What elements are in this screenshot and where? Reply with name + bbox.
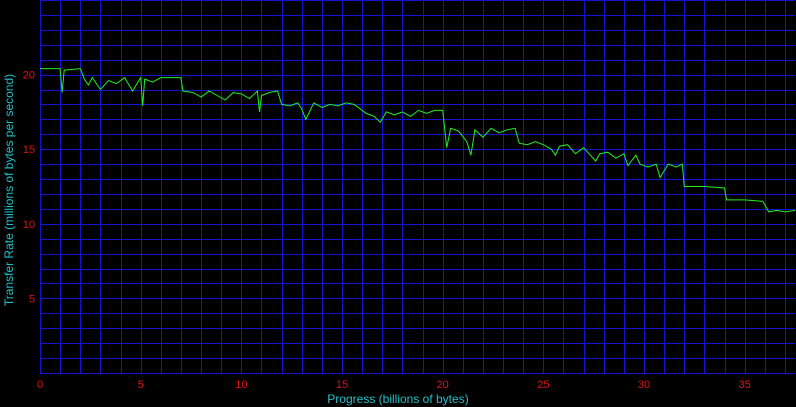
y-tick-label: 5 bbox=[29, 293, 35, 305]
plot-background bbox=[0, 0, 796, 407]
x-tick-label: 35 bbox=[739, 379, 751, 391]
y-tick-label: 10 bbox=[23, 219, 35, 231]
x-tick-label: 30 bbox=[638, 379, 650, 391]
x-tick-label: 20 bbox=[437, 379, 449, 391]
transfer-rate-chart: 0 5 10 15 20 25 30 35 5 10 15 20 Progress (billions… bbox=[0, 0, 796, 407]
x-tick-label: 15 bbox=[336, 379, 348, 391]
x-tick-label: 0 bbox=[37, 379, 43, 391]
y-tick-label: 20 bbox=[23, 70, 35, 82]
y-tick-label: 15 bbox=[23, 144, 35, 156]
x-tick-label: 25 bbox=[537, 379, 549, 391]
x-tick-label: 10 bbox=[235, 379, 247, 391]
x-tick-label: 5 bbox=[138, 379, 144, 391]
x-axis-title: Progress (billions of bytes) bbox=[327, 392, 468, 406]
y-axis-title: Transfer Rate (millions of bytes per sec… bbox=[2, 74, 16, 306]
